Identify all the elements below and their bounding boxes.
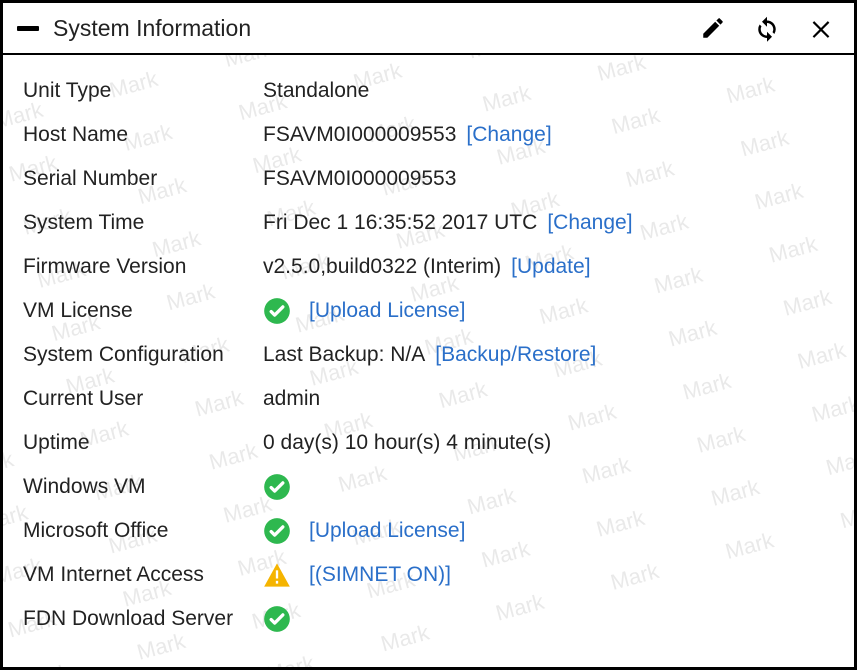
- label-unit-type: Unit Type: [23, 79, 263, 103]
- change-system-time-link[interactable]: [Change]: [547, 211, 632, 235]
- label-firmware-version: Firmware Version: [23, 255, 263, 279]
- value-host-name: FSAVM0I000009553: [263, 123, 456, 147]
- value-unit-type: Standalone: [263, 79, 369, 103]
- value-system-configuration: Last Backup: N/A: [263, 343, 425, 367]
- label-vm-license: VM License: [23, 299, 263, 323]
- row-vm-internet-access: VM Internet Access [(SIMNET ON)]: [23, 553, 834, 597]
- check-icon: [263, 605, 291, 633]
- collapse-icon[interactable]: [17, 26, 39, 31]
- label-host-name: Host Name: [23, 123, 263, 147]
- label-system-time: System Time: [23, 211, 263, 235]
- label-fdn-download-server: FDN Download Server: [23, 607, 263, 631]
- value-uptime: 0 day(s) 10 hour(s) 4 minute(s): [263, 431, 551, 455]
- change-host-name-link[interactable]: [Change]: [466, 123, 551, 147]
- warning-icon: [263, 561, 291, 589]
- label-windows-vm: Windows VM: [23, 475, 263, 499]
- update-firmware-link[interactable]: [Update]: [511, 255, 590, 279]
- simnet-link[interactable]: [(SIMNET ON)]: [309, 563, 451, 587]
- value-system-time: Fri Dec 1 16:35:52 2017 UTC: [263, 211, 537, 235]
- panel-header: System Information: [3, 3, 854, 55]
- label-vm-internet-access: VM Internet Access: [23, 563, 263, 587]
- row-vm-license: VM License [Upload License]: [23, 289, 834, 333]
- check-icon: [263, 473, 291, 501]
- value-current-user: admin: [263, 387, 320, 411]
- row-system-configuration: System Configuration Last Backup: N/A [B…: [23, 333, 834, 377]
- value-serial-number: FSAVM0I000009553: [263, 167, 456, 191]
- row-fdn-download-server: FDN Download Server: [23, 597, 834, 641]
- label-serial-number: Serial Number: [23, 167, 263, 191]
- label-system-configuration: System Configuration: [23, 343, 263, 367]
- panel-title: System Information: [53, 15, 700, 42]
- edit-icon[interactable]: [700, 15, 726, 41]
- check-icon: [263, 297, 291, 325]
- header-actions: [700, 13, 840, 43]
- row-current-user: Current User admin: [23, 377, 834, 421]
- row-uptime: Uptime 0 day(s) 10 hour(s) 4 minute(s): [23, 421, 834, 465]
- label-microsoft-office: Microsoft Office: [23, 519, 263, 543]
- value-firmware-version: v2.5.0,build0322 (Interim): [263, 255, 501, 279]
- row-host-name: Host Name FSAVM0I000009553 [Change]: [23, 113, 834, 157]
- upload-office-license-link[interactable]: [Upload License]: [309, 519, 465, 543]
- system-information-panel: System Information MarkMarkMarkMarkMarkM…: [0, 0, 857, 670]
- row-system-time: System Time Fri Dec 1 16:35:52 2017 UTC …: [23, 201, 834, 245]
- panel-body: MarkMarkMarkMarkMarkMarkMarkMark MarkMar…: [3, 55, 854, 667]
- check-icon: [263, 517, 291, 545]
- upload-vm-license-link[interactable]: [Upload License]: [309, 299, 465, 323]
- row-unit-type: Unit Type Standalone: [23, 69, 834, 113]
- label-current-user: Current User: [23, 387, 263, 411]
- row-serial-number: Serial Number FSAVM0I000009553: [23, 157, 834, 201]
- refresh-icon[interactable]: [752, 13, 782, 43]
- label-uptime: Uptime: [23, 431, 263, 455]
- row-windows-vm: Windows VM: [23, 465, 834, 509]
- row-microsoft-office: Microsoft Office [Upload License]: [23, 509, 834, 553]
- backup-restore-link[interactable]: [Backup/Restore]: [435, 343, 596, 367]
- row-firmware-version: Firmware Version v2.5.0,build0322 (Inter…: [23, 245, 834, 289]
- close-icon[interactable]: [808, 15, 834, 41]
